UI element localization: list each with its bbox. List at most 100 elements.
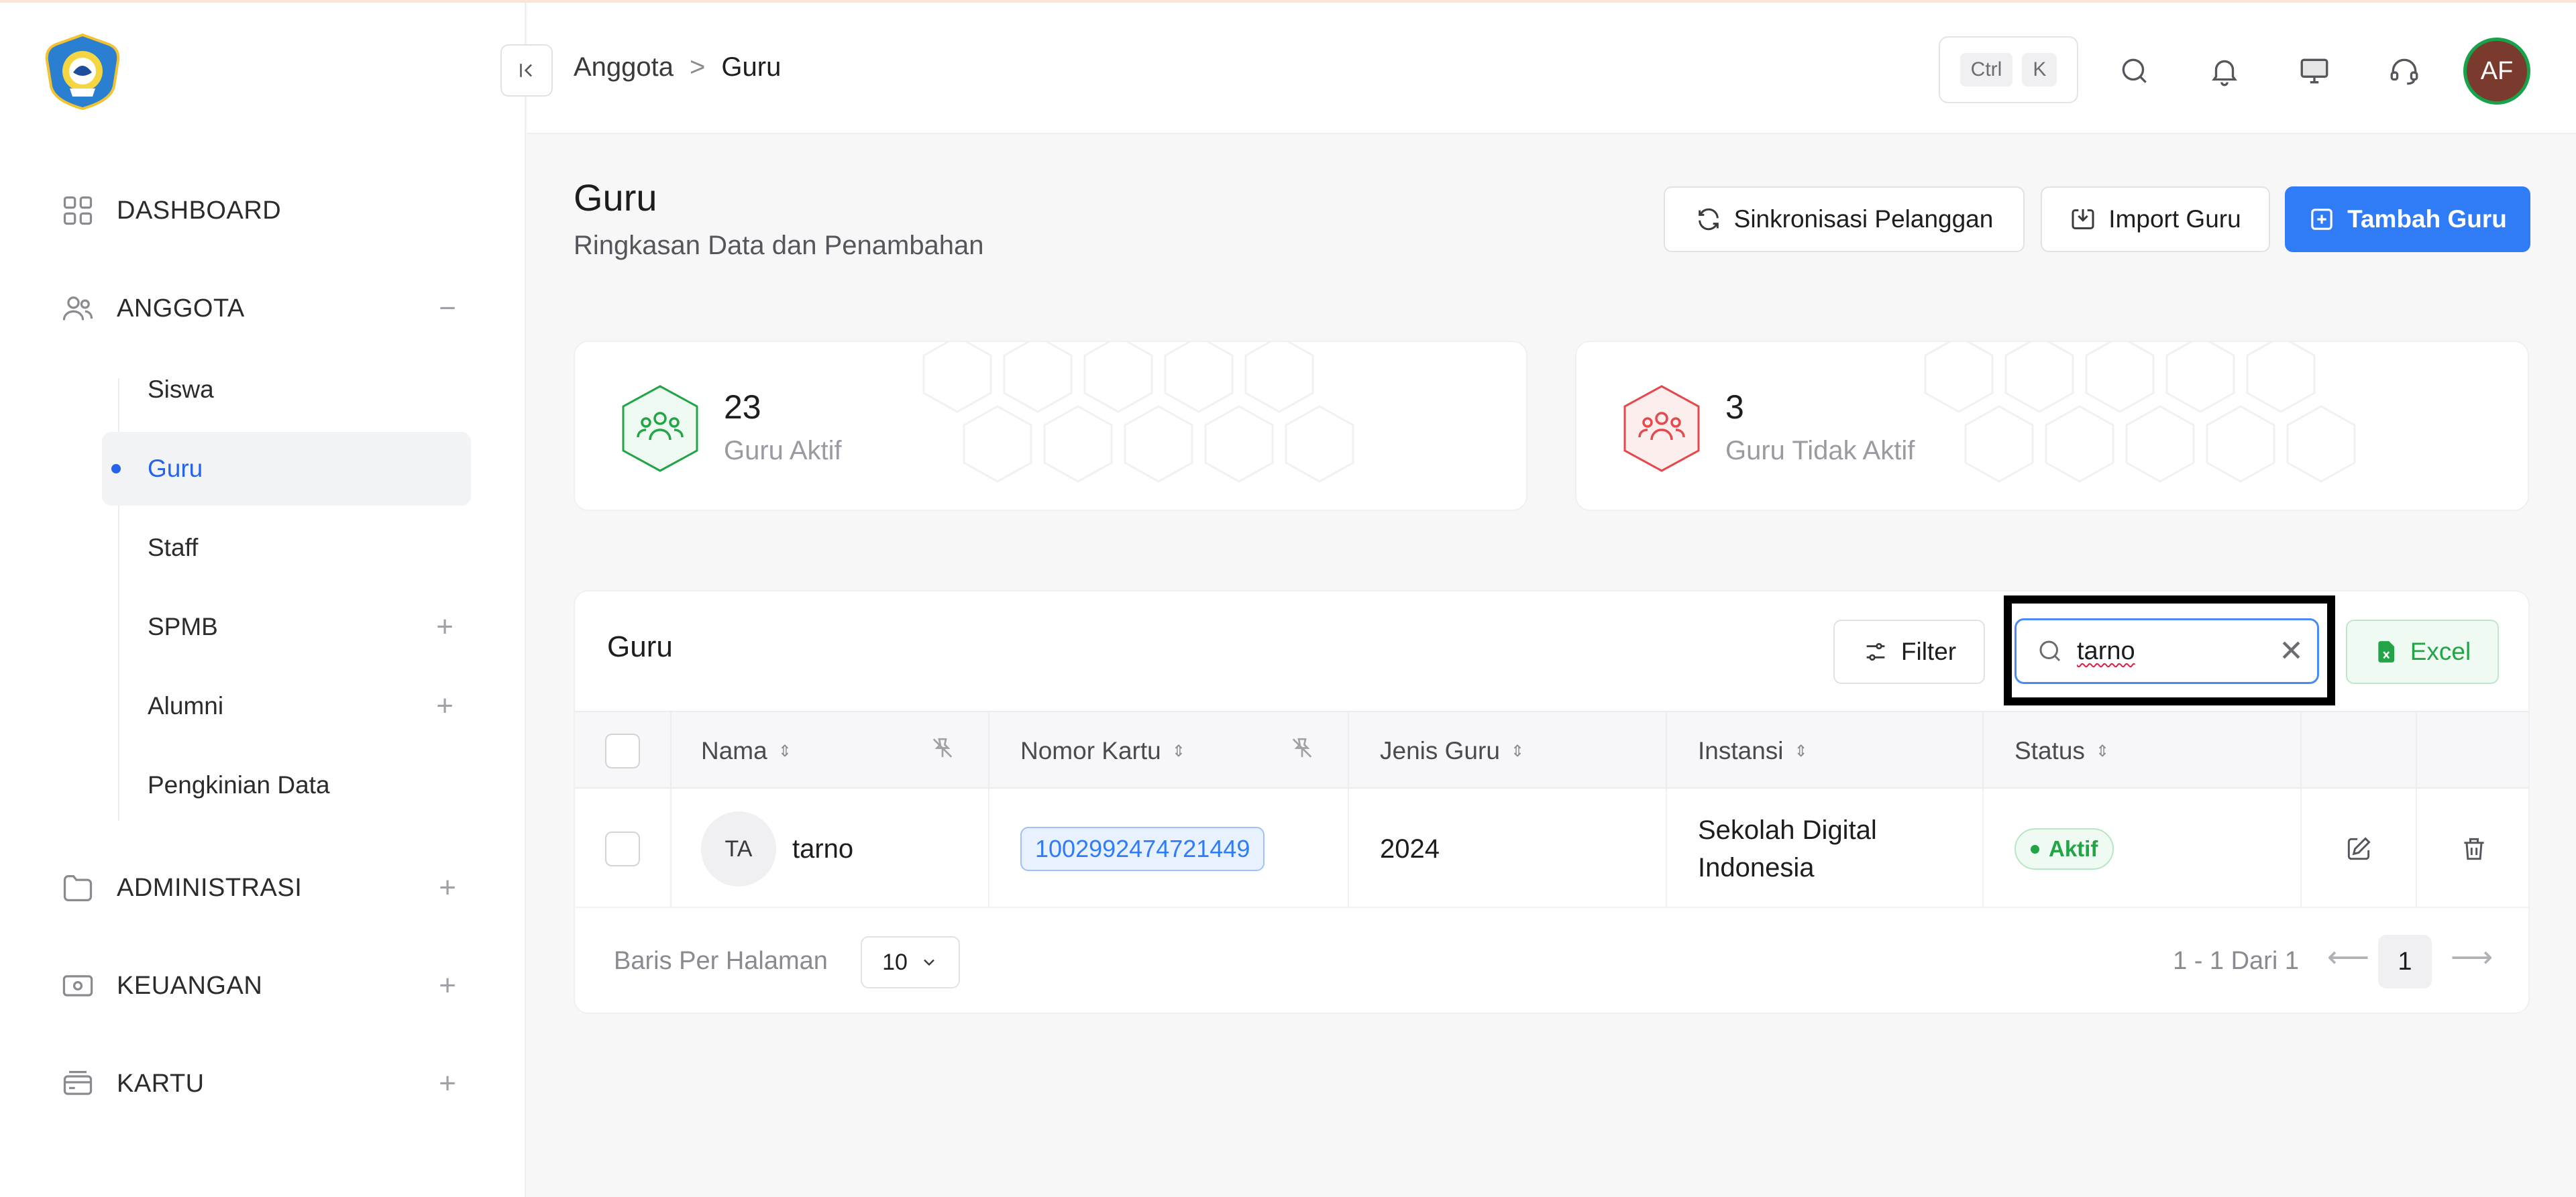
row-checkbox[interactable] <box>605 832 640 866</box>
sidebar-item-label: KEUANGAN <box>117 971 263 1000</box>
sidebar-subitem-siswa[interactable]: Siswa <box>102 353 471 426</box>
sidebar-item-label: DASHBOARD <box>117 196 282 225</box>
sidebar-item-kartu[interactable]: KARTU + <box>59 1057 464 1110</box>
column-label: Nama <box>701 737 767 764</box>
subitem-label: Staff <box>148 534 199 561</box>
hexagon-pattern-background <box>922 342 1354 483</box>
search-input[interactable]: tarno ✕ <box>2015 618 2319 684</box>
sidebar-item-dashboard[interactable]: DASHBOARD <box>59 184 464 237</box>
sort-icon[interactable]: ⇕ <box>1172 742 1185 761</box>
rows-per-page-label: Baris Per Halaman <box>614 947 828 975</box>
export-excel-button[interactable]: Excel <box>2346 620 2499 684</box>
collapse-sidebar-button[interactable] <box>500 44 553 97</box>
current-page-button[interactable]: 1 <box>2378 935 2432 988</box>
breadcrumb-separator: > <box>690 52 706 82</box>
import-guru-button[interactable]: Import Guru <box>2041 186 2270 252</box>
search-icon[interactable] <box>2108 44 2161 98</box>
filter-button[interactable]: Filter <box>1833 620 1985 684</box>
breadcrumb-anggota[interactable]: Anggota <box>574 52 674 82</box>
inactive-count: 3 <box>1725 388 1744 426</box>
jenis-guru-text: 2024 <box>1380 834 1440 864</box>
column-status[interactable]: Status ⇕ <box>1984 712 2302 790</box>
active-dot <box>111 464 121 473</box>
column-jenis-guru[interactable]: Jenis Guru ⇕ <box>1349 712 1667 790</box>
cell-edit <box>2302 790 2417 908</box>
status-text: Aktif <box>2049 836 2098 861</box>
row-select-cell <box>575 790 672 908</box>
card-number-tag[interactable]: 1002992474721449 <box>1020 827 1265 871</box>
sidebar-item-anggota[interactable]: ANGGOTA − <box>59 282 464 335</box>
headset-support-icon[interactable] <box>2377 44 2431 98</box>
guru-table-card: Guru Filter tarno ✕ Excel Nama ⇕ Nomor K… <box>574 590 2530 1014</box>
status-dot <box>2031 844 2039 854</box>
nama-text: tarno <box>792 834 854 864</box>
column-delete <box>2417 712 2528 790</box>
expand-toggle[interactable]: + <box>439 871 456 905</box>
cell-status: Aktif <box>1984 790 2302 908</box>
search-value[interactable]: tarno <box>2077 637 2135 666</box>
add-label: Tambah Guru <box>2347 205 2507 233</box>
table-title: Guru <box>607 630 673 663</box>
subitem-label: Guru <box>148 455 203 482</box>
table-header: Nama ⇕ Nomor Kartu ⇕ Jenis Guru ⇕ Instan… <box>575 711 2528 790</box>
page-title: Guru <box>574 176 657 219</box>
sidebar-subitem-guru[interactable]: Guru <box>102 432 471 506</box>
kbd-k: K <box>2022 53 2057 87</box>
pin-off-icon[interactable] <box>929 735 956 768</box>
breadcrumb-guru: Guru <box>721 52 782 82</box>
pin-off-icon[interactable] <box>1289 735 1316 768</box>
grid-icon <box>59 192 97 229</box>
bell-icon[interactable] <box>2198 44 2251 98</box>
edit-icon[interactable] <box>2344 834 2373 864</box>
column-label: Jenis Guru <box>1380 737 1500 764</box>
card-icon <box>59 1065 97 1102</box>
sidebar-subitem-staff[interactable]: Staff <box>102 511 471 585</box>
instansi-text: Sekolah Digital Indonesia <box>1698 815 1877 882</box>
sort-icon[interactable]: ⇕ <box>2096 742 2109 761</box>
filter-label: Filter <box>1900 638 1957 665</box>
stat-card-inactive: 3 Guru Tidak Aktif <box>1575 341 2529 511</box>
sidebar-subitem-pengkinian-data[interactable]: Pengkinian Data <box>102 748 471 822</box>
clear-search-icon[interactable]: ✕ <box>2279 634 2304 669</box>
sidebar-subitem-spmb[interactable]: SPMB + <box>102 590 471 664</box>
subitem-label: SPMB <box>148 613 218 640</box>
expand-toggle[interactable]: + <box>439 1067 456 1100</box>
command-shortcut-button[interactable]: Ctrl K <box>1939 36 2078 103</box>
sidebar-item-keuangan[interactable]: KEUANGAN + <box>59 959 464 1013</box>
excel-label: Excel <box>2410 638 2471 665</box>
expand-toggle[interactable]: + <box>439 969 456 1003</box>
cell-instansi: Sekolah Digital Indonesia <box>1667 790 1984 908</box>
expand-toggle[interactable]: + <box>436 689 453 723</box>
cell-jenis-guru: 2024 <box>1349 790 1667 908</box>
collapse-left-icon <box>520 64 532 77</box>
sort-icon[interactable]: ⇕ <box>778 742 792 761</box>
column-nomor-kartu[interactable]: Nomor Kartu ⇕ <box>989 712 1349 790</box>
rows-per-page-select[interactable]: 10 <box>861 936 960 988</box>
hexagon-pattern-background <box>1924 342 2356 483</box>
prev-page-arrow-icon[interactable]: ⟵ <box>2327 940 2369 974</box>
plus-square-icon <box>2311 209 2332 230</box>
monitor-icon[interactable] <box>2288 44 2341 98</box>
import-label: Import Guru <box>2108 205 2241 233</box>
trash-icon[interactable] <box>2459 834 2489 864</box>
column-label: Instansi <box>1698 737 1784 764</box>
expand-toggle[interactable]: + <box>436 610 453 644</box>
collapse-toggle[interactable]: − <box>439 292 456 325</box>
active-count: 23 <box>724 388 761 426</box>
sort-icon[interactable]: ⇕ <box>1511 742 1524 761</box>
next-page-arrow-icon[interactable]: ⟶ <box>2451 940 2493 974</box>
sort-icon[interactable]: ⇕ <box>1794 742 1808 761</box>
select-all-cell <box>575 712 672 790</box>
column-nama[interactable]: Nama ⇕ <box>672 712 989 790</box>
refresh-icon <box>1698 208 1719 231</box>
sync-customers-button[interactable]: Sinkronisasi Pelanggan <box>1664 186 2025 252</box>
user-avatar[interactable]: AF <box>2463 38 2530 105</box>
tut-wuri-handayani-logo[interactable] <box>43 32 122 111</box>
select-all-checkbox[interactable] <box>605 734 640 768</box>
sidebar-subitem-alumni[interactable]: Alumni + <box>102 669 471 743</box>
sidebar-item-administrasi[interactable]: ADMINISTRASI + <box>59 861 464 915</box>
avatar: TA <box>701 811 776 887</box>
active-label: Guru Aktif <box>724 436 842 465</box>
add-guru-button[interactable]: Tambah Guru <box>2285 186 2530 252</box>
column-instansi[interactable]: Instansi ⇕ <box>1667 712 1984 790</box>
